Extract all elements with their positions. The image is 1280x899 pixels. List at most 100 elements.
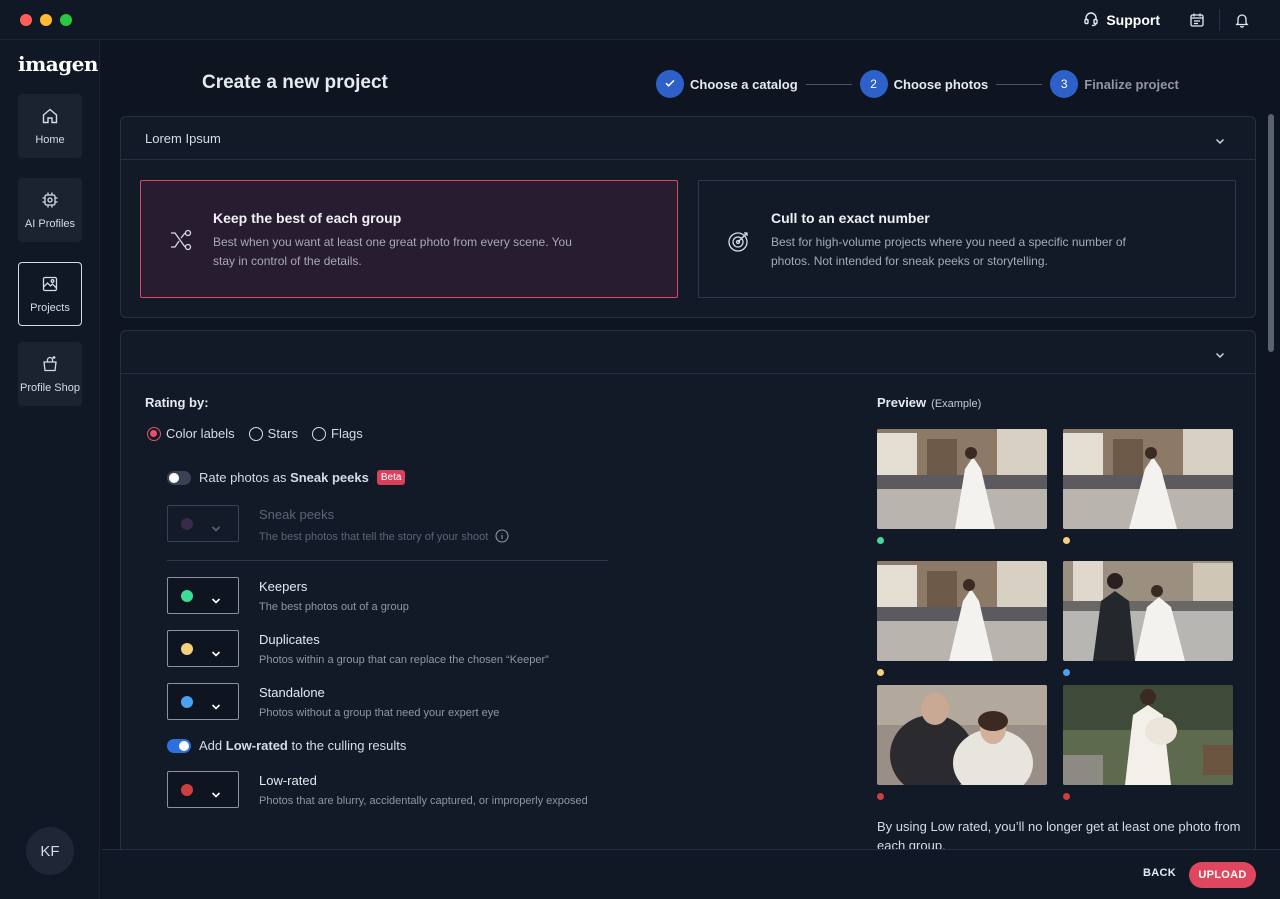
target-icon xyxy=(727,229,751,258)
sidebar-item-home[interactable]: Home xyxy=(18,94,82,158)
row-title: Duplicates xyxy=(259,632,320,647)
sneak-peeks-toggle-row: Rate photos as Sneak peeks Beta xyxy=(167,470,406,485)
step-2-circle: 2 xyxy=(859,70,888,98)
photo-label-dot xyxy=(877,669,884,676)
calendar-icon[interactable] xyxy=(1186,9,1208,31)
bell-icon[interactable] xyxy=(1231,9,1253,31)
radio-stars[interactable]: Stars xyxy=(248,426,298,441)
minimize-window-button[interactable] xyxy=(40,14,52,26)
sidebar: imagen Home AI Profiles Projects Profile… xyxy=(0,40,100,899)
panel-header-label: Lorem Ipsum xyxy=(145,131,221,146)
sidebar-item-label: AI Profiles xyxy=(24,217,76,230)
imagen-logo: imagen xyxy=(18,52,98,76)
sidebar-item-projects[interactable]: Projects xyxy=(18,262,82,326)
color-swatch xyxy=(181,518,193,530)
shop-bag-icon xyxy=(41,355,59,382)
radio-label: Stars xyxy=(267,426,298,441)
option-title: Cull to an exact number xyxy=(771,210,930,226)
step-connector xyxy=(805,83,852,85)
step-3-circle: 3 xyxy=(1050,70,1079,98)
photo-label-dot xyxy=(1063,669,1070,676)
sneak-peeks-color-select xyxy=(167,505,239,542)
user-avatar[interactable]: KF xyxy=(26,827,74,875)
rating-by-label: Rating by: xyxy=(145,395,209,410)
sneak-peeks-toggle[interactable] xyxy=(167,470,191,485)
preview-title: Preview xyxy=(877,395,927,410)
close-window-button[interactable] xyxy=(20,14,32,26)
sidebar-item-label: Profile Shop xyxy=(20,381,80,394)
chevron-down-icon xyxy=(211,592,221,610)
step-1-label: Choose a catalog xyxy=(690,76,798,92)
culling-mode-panel: Lorem Ipsum Keep the best of each group … xyxy=(120,116,1256,318)
preview-heading: Preview (Example) xyxy=(877,395,981,410)
back-button[interactable]: BACK xyxy=(1143,867,1176,879)
radio-flags[interactable]: Flags xyxy=(312,426,363,441)
standalone-row: Standalone Photos without a group that n… xyxy=(167,683,627,721)
standalone-color-select[interactable] xyxy=(167,683,239,720)
option-description: Best when you want at least one great ph… xyxy=(213,235,572,268)
option-description: Best for high-volume projects where you … xyxy=(771,235,1126,268)
rating-radio-group: Color labels Stars Flags xyxy=(147,426,377,441)
option-title: Keep the best of each group xyxy=(213,210,402,226)
row-title: Keepers xyxy=(259,579,308,594)
color-swatch xyxy=(181,696,193,708)
low-rated-row: Low-rated Photos that are blurry, accide… xyxy=(167,771,627,809)
chevron-down-icon[interactable] xyxy=(1215,347,1225,365)
radio-label: Color labels xyxy=(166,426,235,441)
duplicates-row: Duplicates Photos within a group that ca… xyxy=(167,630,627,668)
sidebar-item-profile-shop[interactable]: Profile Shop xyxy=(18,342,82,406)
low-rated-toggle-row: Add Low-rated to the culling results xyxy=(167,738,406,753)
photo-label-dot xyxy=(1063,793,1070,800)
headset-icon xyxy=(1083,11,1099,30)
option-cull-exact[interactable]: Cull to an exact number Best for high-vo… xyxy=(698,180,1236,298)
preview-photo xyxy=(1063,685,1233,785)
panel-header[interactable] xyxy=(121,331,1255,374)
low-rated-toggle[interactable] xyxy=(167,738,191,753)
row-title: Low-rated xyxy=(259,773,317,788)
duplicates-color-select[interactable] xyxy=(167,630,239,667)
row-title: Sneak peeks xyxy=(259,507,335,522)
step-connector xyxy=(996,83,1043,85)
option-keep-best[interactable]: Keep the best of each group Best when yo… xyxy=(140,180,678,298)
radio-color-labels[interactable]: Color labels xyxy=(147,426,235,441)
chevron-down-icon xyxy=(211,520,221,538)
home-icon xyxy=(41,107,59,134)
step-3-label: Finalize project xyxy=(1084,76,1179,92)
keepers-color-select[interactable] xyxy=(167,577,239,614)
radio-button[interactable] xyxy=(147,426,161,441)
chevron-down-icon xyxy=(211,645,221,663)
color-swatch xyxy=(181,590,193,602)
titlebar-divider xyxy=(1219,9,1220,31)
color-swatch xyxy=(181,643,193,655)
toggle-prefix: Rate photos as xyxy=(199,470,291,485)
preview-photo xyxy=(877,429,1047,529)
scrollbar[interactable] xyxy=(1268,114,1274,352)
toggle-bold-label: Sneak peeks xyxy=(290,470,369,485)
support-button[interactable]: Support xyxy=(1083,11,1160,30)
split-arrows-icon xyxy=(169,229,193,256)
low-rated-color-select[interactable] xyxy=(167,771,239,808)
sidebar-item-label: Projects xyxy=(30,301,70,314)
footer-bar: BACK UPLOAD xyxy=(102,849,1280,899)
stepper: Choose a catalog 2 Choose photos 3 Final… xyxy=(656,70,1179,98)
preview-photo xyxy=(1063,429,1233,529)
row-description: Photos without a group that need your ex… xyxy=(259,707,500,719)
radio-button[interactable] xyxy=(248,426,263,441)
ai-chip-icon xyxy=(41,191,59,218)
section-divider xyxy=(167,560,608,561)
upload-button[interactable]: UPLOAD xyxy=(1189,862,1256,888)
photo-label-dot xyxy=(877,537,884,544)
sidebar-item-ai-profiles[interactable]: AI Profiles xyxy=(18,178,82,242)
chevron-down-icon[interactable] xyxy=(1215,133,1225,151)
row-description: The best photos that tell the story of y… xyxy=(259,529,509,546)
panel-header[interactable]: Lorem Ipsum xyxy=(121,117,1255,160)
page-title: Create a new project xyxy=(202,72,388,93)
radio-button[interactable] xyxy=(312,426,326,441)
zoom-window-button[interactable] xyxy=(60,14,72,26)
info-icon[interactable] xyxy=(495,529,509,546)
toggle-prefix: Add xyxy=(199,738,226,753)
toggle-bold-label: Low-rated xyxy=(225,738,288,753)
photo-label-dot xyxy=(1063,537,1070,544)
photo-label-dot xyxy=(877,793,884,800)
row-description: Photos within a group that can replace t… xyxy=(259,654,549,666)
